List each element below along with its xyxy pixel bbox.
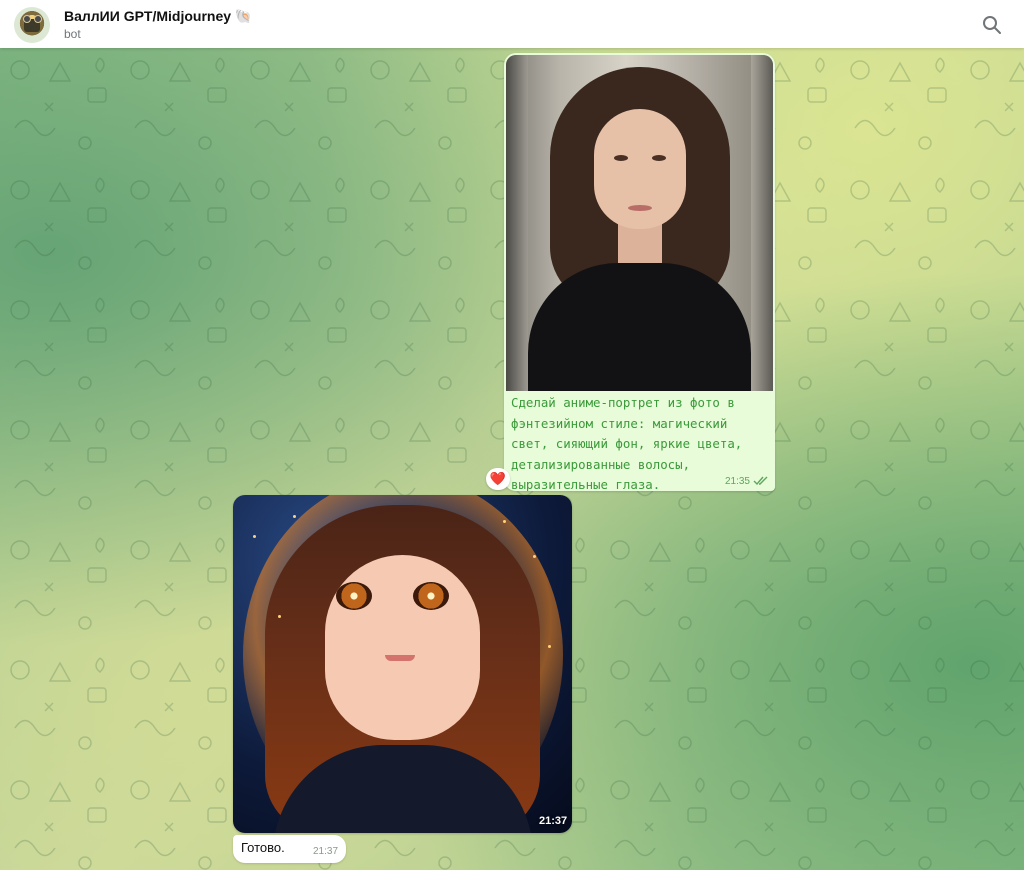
incoming-message[interactable]: Готово. 21:37 bbox=[233, 835, 346, 863]
search-icon bbox=[983, 16, 1001, 34]
chat-subtitle: bot bbox=[64, 27, 81, 41]
anime-portrait[interactable] bbox=[233, 495, 572, 833]
message-time: 21:35 bbox=[724, 476, 750, 487]
photo-eye-right bbox=[652, 155, 666, 161]
outgoing-message[interactable]: Сделай аниме-портрет из фото в фэнтезийн… bbox=[504, 53, 775, 491]
double-check-icon bbox=[753, 476, 768, 486]
chat-title[interactable]: ВаллИИ GPT/Midjourney 🐚 bbox=[64, 8, 252, 25]
photo-background-right bbox=[751, 55, 773, 391]
anime-mouth bbox=[385, 655, 415, 661]
message-time: 21:37 bbox=[313, 846, 339, 857]
spark bbox=[548, 645, 551, 648]
photo-lips bbox=[628, 205, 652, 211]
bot-avatar[interactable] bbox=[14, 7, 50, 43]
spark bbox=[278, 615, 281, 618]
photo-face bbox=[594, 109, 686, 229]
photo-shirt bbox=[528, 263, 751, 391]
robot-eye-left-icon bbox=[23, 15, 31, 23]
robot-eye-right-icon bbox=[34, 15, 42, 23]
search-button[interactable] bbox=[981, 14, 1003, 36]
anime-eye-left bbox=[336, 582, 372, 610]
photo-portrait[interactable] bbox=[506, 55, 773, 391]
photo-background-left bbox=[506, 55, 528, 391]
photo-eye-left bbox=[614, 155, 628, 161]
reaction-heart-icon[interactable]: ❤️ bbox=[486, 468, 510, 490]
spark bbox=[293, 515, 296, 518]
spark bbox=[533, 555, 536, 558]
image-time: 21:37 bbox=[539, 815, 568, 827]
anime-eye-right bbox=[413, 582, 449, 610]
spark bbox=[503, 520, 506, 523]
spark bbox=[253, 535, 256, 538]
message-text: Готово. bbox=[241, 840, 285, 855]
chat-header: ВаллИИ GPT/Midjourney 🐚 bot bbox=[0, 0, 1024, 48]
